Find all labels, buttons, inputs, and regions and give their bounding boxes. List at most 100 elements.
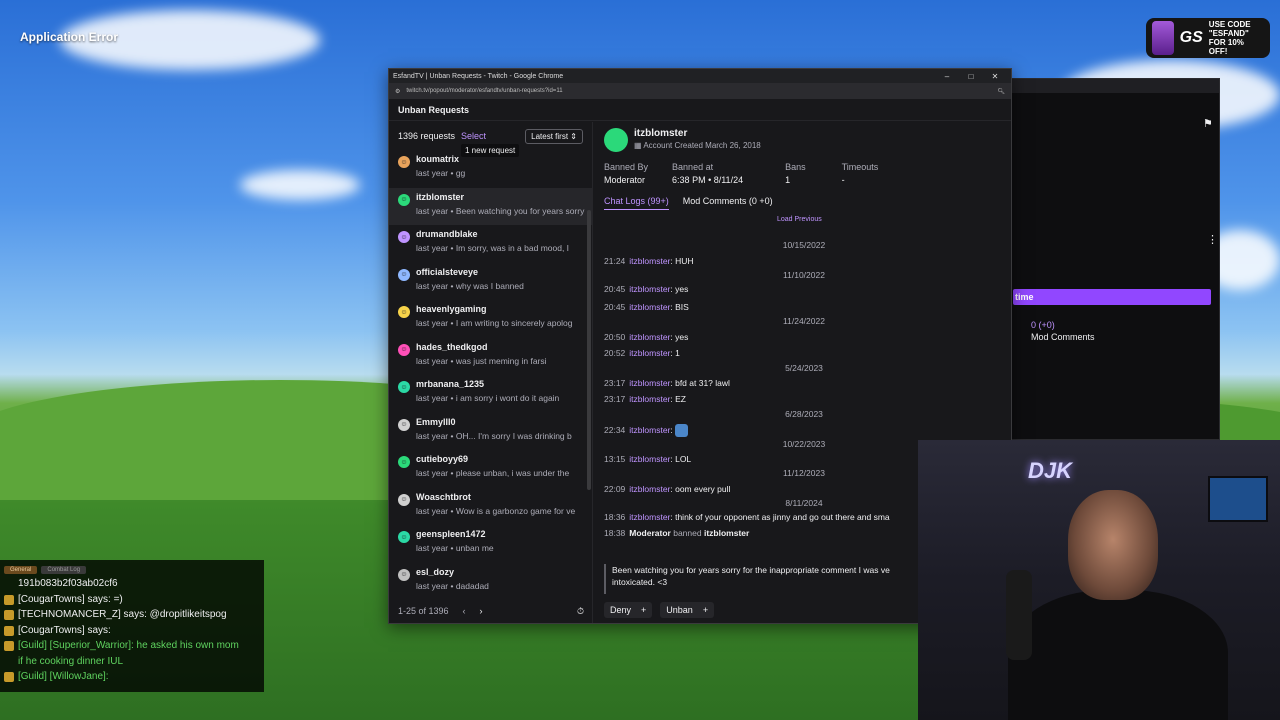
log-line: 18:36 itzblomster: think of your opponent… <box>604 512 890 522</box>
window-title: EsfandTV | Unban Requests - Twitch - Goo… <box>393 72 564 80</box>
scrollbar[interactable] <box>587 210 591 490</box>
url-text[interactable]: twitch.tv/popout/moderator/esfandtv/unba… <box>406 88 991 94</box>
list-item[interactable]: ☺ esl_dozy last year • dadadad <box>389 563 592 601</box>
tab-chat-logs[interactable]: Chat Logs (99+) <box>604 196 669 210</box>
search-icon[interactable]: 🔍︎ <box>997 88 1005 95</box>
list-item[interactable]: ☺ Woaschtbrot last year • Wow is a garbonz… <box>389 488 592 526</box>
log-line: 23:17 itzblomster: EZ <box>604 394 686 404</box>
list-item[interactable]: ☺ hades_thedkgod last year • was just memi… <box>389 338 592 376</box>
stat-banned-at: Banned at 6:38 PM • 8/11/24 <box>672 162 744 185</box>
cloud <box>240 170 360 200</box>
chat-tab-general[interactable]: General <box>4 566 38 574</box>
log-username[interactable]: itzblomster <box>629 454 670 464</box>
list-item[interactable]: ☺ itzblomster last year • Been watching yo… <box>389 187 592 225</box>
background-mod-comment-count: 0 (+0) <box>1031 320 1055 330</box>
browser-titlebar[interactable]: EsfandTV | Unban Requests - Twitch - Goo… <box>389 69 1011 83</box>
log-line: 23:17 itzblomster: bfd at 31? lawl <box>604 378 730 388</box>
request-preview: last year • gg <box>416 168 466 178</box>
address-bar[interactable]: ⚙ twitch.tv/popout/moderator/esfandtv/un… <box>389 83 1011 99</box>
request-preview: last year • was just meming in farsi <box>416 355 547 366</box>
background-titlebar[interactable] <box>1011 79 1219 93</box>
request-count: 1396 requests <box>398 131 456 141</box>
close-button[interactable]: ✕ <box>983 72 1007 81</box>
request-preview: last year • why was I banned <box>416 280 524 291</box>
chat-icon <box>4 672 14 682</box>
list-item[interactable]: ☺ geenspleen1472 last year • unban me <box>389 525 592 563</box>
request-username: officialsteveye <box>416 266 479 277</box>
flag-icon[interactable]: ⚑ <box>1203 117 1213 130</box>
list-item[interactable]: ☺ Emmylll0 last year • OH... I'm sorry I w… <box>389 413 592 451</box>
background-purple-button[interactable]: time <box>1013 289 1211 305</box>
timer-icon[interactable]: ⏱ <box>577 606 584 617</box>
list-item[interactable]: ☺ heavenlygaming last year • I am writing … <box>389 300 592 338</box>
avatar-icon: ☺ <box>398 231 410 243</box>
chat-line: [Guild] [WillowJane]: <box>4 669 260 685</box>
log-username[interactable]: itzblomster <box>629 378 670 388</box>
log-username[interactable]: itzblomster <box>629 332 670 342</box>
request-username: heavenlygaming <box>416 304 487 314</box>
unban-button[interactable]: Unban + <box>660 602 715 618</box>
emote-icon <box>675 424 689 437</box>
chat-tab-combat-log[interactable]: Combat Log <box>41 566 87 574</box>
log-date-divider: 6/28/2023 <box>785 409 823 419</box>
chat-line: [CougarTowns] says: =) <box>4 592 260 608</box>
log-date-divider: 10/15/2022 <box>782 240 826 250</box>
request-username: hades_thedkgod <box>416 341 488 352</box>
request-actions: Deny + Unban + <box>604 602 715 618</box>
load-previous-link[interactable]: Load Previous <box>777 216 822 223</box>
detail-username[interactable]: itzblomster <box>634 128 761 139</box>
site-info-icon[interactable]: ⚙ <box>395 88 400 95</box>
list-item[interactable]: ☺ mrbanana_1235 last year • i am sorry i w… <box>389 375 592 413</box>
next-page-button[interactable]: › <box>480 606 483 616</box>
account-created: ▦ Account Created March 26, 2018 <box>634 141 761 150</box>
request-username: itzblomster <box>416 191 465 202</box>
log-line: 21:24 itzblomster: HUH <box>604 256 694 266</box>
log-username[interactable]: itzblomster <box>629 302 670 312</box>
chat-icon <box>4 641 14 651</box>
log-username[interactable]: itzblomster <box>629 256 670 266</box>
log-username[interactable]: itzblomster <box>629 284 670 294</box>
log-line: 20:45 itzblomster: BIS <box>604 302 689 312</box>
background-browser-window[interactable]: ⚑ ⋮ time 0 (+0) Mod Comments <box>1010 78 1220 440</box>
webcam-overlay: DJK <box>918 440 1280 720</box>
chat-line: [Guild] [Superior_Warrior]: he asked his… <box>4 638 260 654</box>
list-item[interactable]: ☺ officialsteveye last year • why was I ba… <box>389 263 592 301</box>
avatar-icon: ☺ <box>398 156 410 168</box>
log-username[interactable]: itzblomster <box>629 425 670 435</box>
page-title: Unban Requests <box>389 99 1011 121</box>
list-item[interactable]: ☺ cutieboyy69 last year • please unban, i … <box>389 450 592 488</box>
log-line: 22:34 itzblomster: <box>604 424 689 437</box>
new-request-tooltip[interactable]: 1 new request <box>461 144 520 157</box>
avatar[interactable] <box>604 128 628 152</box>
request-preview: last year • Im sorry, was in a bad mood,… <box>416 243 570 253</box>
plus-icon: + <box>702 605 709 615</box>
maximize-button[interactable]: □ <box>959 72 983 81</box>
avatar-icon: ☺ <box>398 306 410 318</box>
deny-button[interactable]: Deny + <box>604 602 653 618</box>
minimize-button[interactable]: – <box>935 72 959 81</box>
request-username: Woaschtbrot <box>416 491 471 502</box>
log-line: 22:09 itzblomster: oom every pull <box>604 484 731 494</box>
monitor <box>1208 476 1268 522</box>
tab-mod-comments[interactable]: Mod Comments (0 +0) <box>683 196 773 210</box>
calendar-icon: ▦ <box>634 141 644 150</box>
log-username[interactable]: itzblomster <box>629 394 670 404</box>
log-username[interactable]: itzblomster <box>629 348 670 358</box>
log-username[interactable]: itzblomster <box>629 484 670 494</box>
request-username: esl_dozy <box>416 566 455 577</box>
prev-page-button[interactable]: ‹ <box>463 606 466 616</box>
list-item[interactable]: ☺ drumandblake last year • Im sorry, was i… <box>389 225 592 263</box>
log-date-divider: 11/24/2022 <box>783 316 825 326</box>
stat-bans: Bans 1 <box>785 162 806 185</box>
sponsor-badge: GS USE CODE "ESFAND" FOR 10% OFF! <box>1146 18 1270 58</box>
pagination-range: 1-25 of 1396 <box>398 606 449 616</box>
log-line: 20:45 itzblomster: yes <box>604 284 689 294</box>
sponsor-logo: GS <box>1179 29 1203 46</box>
more-options-icon[interactable]: ⋮ <box>1207 233 1218 246</box>
request-username: mrbanana_1235 <box>416 379 485 389</box>
log-username[interactable]: itzblomster <box>629 512 670 522</box>
request-list: ☺ koumatrix last year • gg ☺ itzblomster last… <box>389 150 592 600</box>
sort-dropdown[interactable]: Latest first ⇕ <box>525 128 583 144</box>
detail-tabs: Chat Logs (99+) Mod Comments (0 +0) <box>604 196 773 210</box>
select-link[interactable]: Select <box>461 131 486 141</box>
